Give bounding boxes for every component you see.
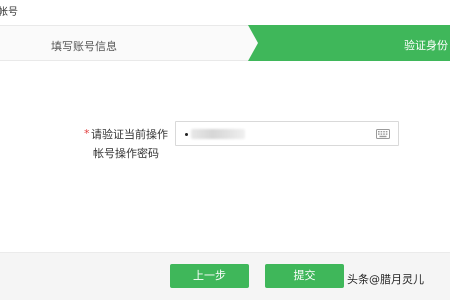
- page-title: 帐号: [0, 7, 18, 18]
- step-label: 验证身份: [404, 39, 448, 52]
- field-label-line2: 帐号操作密码: [93, 147, 159, 160]
- submit-button[interactable]: 提交: [265, 264, 344, 288]
- step-verify-identity: 验证身份: [248, 25, 450, 61]
- step-label: 填写账号信息: [51, 40, 117, 53]
- field-label-line1: 请验证当前操作: [91, 128, 168, 141]
- required-mark: *: [84, 127, 90, 140]
- watermark: 头条@腊月灵儿: [347, 273, 424, 286]
- step-progress: 填写账号信息 验证身份: [0, 25, 450, 61]
- password-mask-blur: [191, 129, 245, 139]
- page-header: 帐号: [0, 0, 450, 24]
- prev-step-button[interactable]: 上一步: [170, 264, 249, 288]
- step-fill-account-info: 填写账号信息: [0, 25, 258, 61]
- password-input[interactable]: [175, 121, 399, 146]
- keyboard-icon[interactable]: [376, 129, 390, 139]
- password-mask-dot: [185, 133, 188, 136]
